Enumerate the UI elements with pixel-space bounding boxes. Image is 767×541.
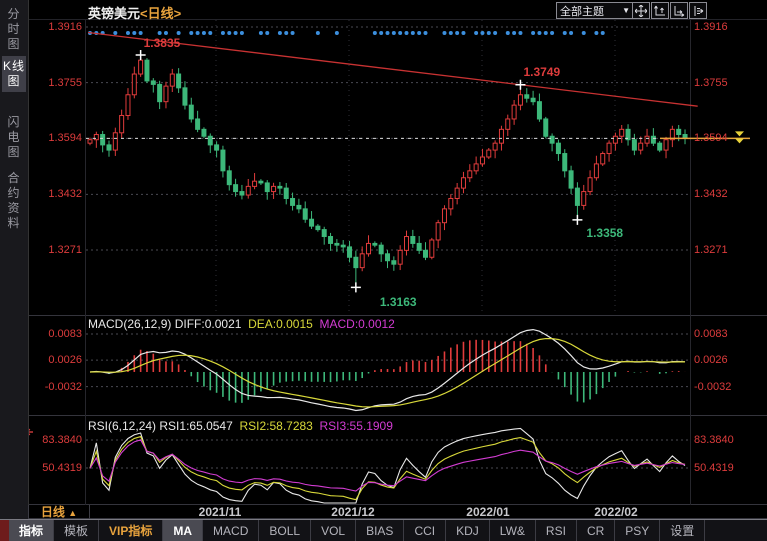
x-axis-row: 日线 ▲ 2021/11 2021/12 2022/01 2022/02 [0, 505, 767, 519]
price-axis-label: 1.3916 [694, 21, 750, 33]
trading-app-window: { "topbar": { "symbol": "英镑美元", "period_… [0, 0, 767, 540]
crosshair-icon[interactable] [632, 2, 650, 19]
rsi-axis-label: 50.4319 [694, 462, 750, 474]
rsi-axis-label: 83.3840 [32, 434, 82, 446]
tab-MACD[interactable]: MACD [203, 520, 259, 541]
price-annotation: 1.3835 [144, 36, 181, 50]
rsi-axis-label: 83.3840 [694, 434, 750, 446]
macd-axis-label: 0.0026 [694, 354, 750, 366]
price-axis-label: 1.3755 [32, 77, 82, 89]
left-sidebar: 分时图K线图闪电图合约资料 [0, 0, 29, 519]
period-selector-button[interactable]: 日线 ▲ [28, 505, 90, 519]
y-axis-zoom-icon[interactable] [651, 2, 669, 19]
tab-VOL[interactable]: VOL [311, 520, 356, 541]
macd-axis-label: 0.0083 [32, 328, 82, 340]
tab-LW&[interactable]: LW& [490, 520, 536, 541]
macd-axis-label: -0.0032 [694, 381, 750, 393]
tab-设置[interactable]: 设置 [660, 520, 705, 541]
price-axis-label: 1.3916 [32, 21, 82, 33]
theme-dropdown[interactable]: 全部主题 ▼ [556, 2, 634, 19]
price-axis-label: 1.3271 [32, 244, 82, 256]
indicator-tab-bar: 指标模板VIP指标MAMACDBOLLVOLBIASCCIKDJLW&RSICR… [0, 519, 767, 541]
price-annotation: 1.3749 [523, 65, 560, 79]
tab-指标[interactable]: 指标 [9, 520, 54, 541]
macd-diff-value: DIFF:0.0021 [175, 317, 242, 331]
caret-up-icon: ▲ [68, 508, 77, 518]
theme-dropdown-label: 全部主题 [560, 3, 604, 19]
chart-canvas[interactable] [0, 0, 767, 540]
x-axis-zoom-icon[interactable] [670, 2, 688, 19]
macd-axis-label: 0.0083 [694, 328, 750, 340]
tab-VIP指标[interactable]: VIP指标 [99, 520, 163, 541]
tab-KDJ[interactable]: KDJ [446, 520, 490, 541]
macd-axis-label: -0.0032 [32, 381, 82, 393]
sidebar-item-4[interactable]: 合约资料 [2, 168, 26, 234]
macd-axis-label: 0.0026 [32, 354, 82, 366]
symbol-name: 英镑美元 [88, 6, 140, 21]
pane-shift-icon[interactable] [689, 2, 707, 19]
price-axis-label: 1.3755 [694, 77, 750, 89]
x-axis-month-label: 2021/11 [199, 505, 242, 519]
x-axis-month-label: 2021/12 [331, 505, 374, 519]
x-axis-month-label: 2022/02 [594, 505, 637, 519]
macd-title: MACD(26,12,9) [88, 317, 171, 331]
chevron-down-icon: ▼ [622, 6, 630, 15]
rsi2-value: RSI2:58.7283 [239, 419, 312, 433]
rsi1-value: RSI1:65.0547 [159, 419, 232, 433]
tab-CR[interactable]: CR [577, 520, 615, 541]
rsi-title: RSI(6,12,24) [88, 419, 156, 433]
tab-PSY[interactable]: PSY [615, 520, 660, 541]
tab-MA[interactable]: MA [163, 520, 203, 541]
rsi3-value: RSI3:55.1909 [320, 419, 393, 433]
period-label: 日线 [41, 505, 65, 519]
tab-BOLL[interactable]: BOLL [259, 520, 311, 541]
sidebar-item-1[interactable]: 分时图 [2, 4, 26, 55]
price-axis-label: 1.3271 [694, 244, 750, 256]
price-axis-label: 1.3594 [32, 132, 82, 144]
macd-dea-value: DEA:0.0015 [248, 317, 313, 331]
sidebar-item-3[interactable]: 闪电图 [2, 112, 26, 163]
price-axis-label: 1.3432 [32, 188, 82, 200]
tab-CCI[interactable]: CCI [404, 520, 446, 541]
corner-block [0, 520, 9, 541]
tab-模板[interactable]: 模板 [54, 520, 99, 541]
rsi-panel-header: RSI(6,12,24) RSI1:65.0547 RSI2:58.7283 R… [88, 419, 393, 433]
tab-RSI[interactable]: RSI [536, 520, 577, 541]
page-title: 英镑美元<日线> [88, 3, 181, 22]
price-axis-label: 1.3432 [694, 188, 750, 200]
sidebar-item-2[interactable]: K线图 [2, 56, 26, 92]
x-axis-month-label: 2022/01 [466, 505, 509, 519]
rsi-axis-label: 50.4319 [32, 462, 82, 474]
price-annotation: 1.3163 [380, 295, 417, 309]
price-axis-label: 1.3594 [694, 132, 750, 144]
tab-BIAS[interactable]: BIAS [356, 520, 404, 541]
period-tag: <日线> [140, 6, 181, 21]
price-annotation: 1.3358 [586, 226, 623, 240]
macd-panel-header: MACD(26,12,9) DIFF:0.0021 DEA:0.0015 MAC… [88, 317, 395, 331]
macd-macd-value: MACD:0.0012 [319, 317, 394, 331]
